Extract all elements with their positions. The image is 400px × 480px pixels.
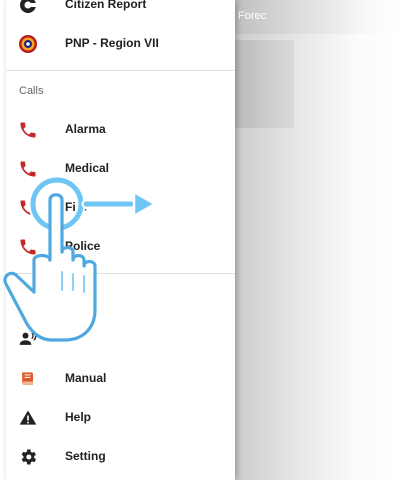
drawer-item-call-alarma[interactable]: Alarma	[6, 111, 235, 149]
drawer-item-citizen-report[interactable]: Citizen Report	[6, 0, 235, 24]
drawer-item-label: Citizen Report	[65, 0, 147, 11]
background-card	[234, 40, 294, 128]
phone-icon	[20, 122, 36, 138]
gear-icon	[21, 449, 36, 465]
drawer-divider	[6, 273, 235, 274]
drawer-item-label: Fire	[65, 200, 88, 214]
navigation-drawer: Citizen Report PNP - Region VII Calls Al…	[6, 0, 235, 480]
drawer-item-label: Medical	[65, 161, 110, 175]
drawer-item-tools[interactable]	[6, 281, 235, 319]
drawer-item-label: Manual	[65, 371, 107, 385]
app-screen: Forec Citizen Report PNP - Region VII Ca…	[0, 0, 400, 480]
drawer-item-call-fire[interactable]: Fire	[6, 189, 235, 227]
warning-icon	[19, 410, 37, 425]
phone-icon	[20, 200, 36, 216]
speaker-person-icon	[19, 330, 37, 345]
drawer-item-call-medical[interactable]: Medical	[6, 150, 235, 188]
drawer-item-label: Setting	[65, 449, 106, 463]
phone-icon	[20, 161, 36, 177]
drawer-item-setting[interactable]: Setting	[6, 438, 235, 476]
drawer-item-label: PNP - Region VII	[65, 36, 159, 50]
drawer-divider	[6, 70, 235, 71]
drawer-item-help[interactable]: Help	[6, 399, 235, 437]
tools-icon	[20, 292, 36, 308]
drawer-item-manual[interactable]: Manual	[6, 360, 235, 398]
book-icon	[22, 372, 33, 385]
citizen-report-icon	[20, 0, 36, 13]
calls-section-label: Calls	[19, 85, 44, 97]
background-header-text: Forec	[238, 10, 267, 22]
drawer-item-speaker[interactable]	[6, 320, 235, 358]
drawer-item-call-police[interactable]: Police	[6, 228, 235, 266]
pnp-badge-icon	[19, 35, 37, 53]
drawer-item-label: Help	[65, 410, 92, 424]
phone-icon	[20, 239, 36, 255]
drawer-item-label: Alarma	[65, 122, 106, 136]
drawer-item-pnp-region[interactable]: PNP - Region VII	[6, 25, 235, 63]
drawer-item-label: Police	[65, 239, 101, 253]
